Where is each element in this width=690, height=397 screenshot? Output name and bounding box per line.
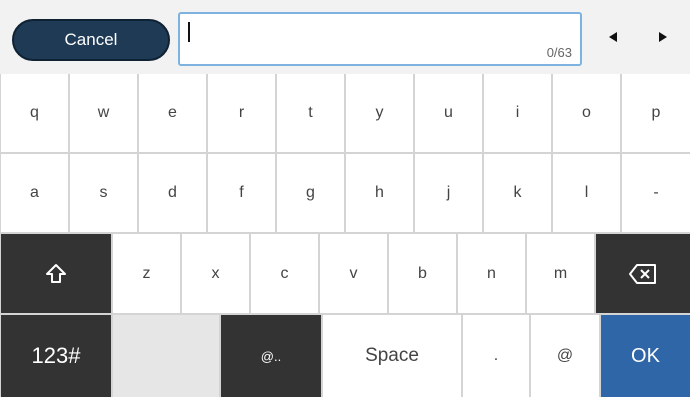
key-b[interactable]: b [389, 234, 456, 313]
key-i[interactable]: i [484, 74, 551, 152]
domain-key[interactable]: @.. [221, 315, 321, 397]
key-hyphen[interactable]: - [622, 154, 690, 232]
key-s[interactable]: s [70, 154, 137, 232]
key-j[interactable]: j [415, 154, 482, 232]
key-y[interactable]: y [346, 74, 413, 152]
blank-key [113, 315, 219, 397]
character-count: 0/63 [546, 45, 572, 60]
key-t[interactable]: t [277, 74, 344, 152]
input-bar: Cancel 0/63 [0, 0, 690, 74]
key-a[interactable]: a [1, 154, 68, 232]
key-q[interactable]: q [1, 74, 68, 152]
space-key[interactable]: Space [323, 315, 461, 397]
key-n[interactable]: n [458, 234, 525, 313]
key-v[interactable]: v [320, 234, 387, 313]
text-cursor [188, 22, 190, 42]
key-e[interactable]: e [139, 74, 206, 152]
key-c[interactable]: c [251, 234, 318, 313]
key-x[interactable]: x [182, 234, 249, 313]
key-g[interactable]: g [277, 154, 344, 232]
text-input-field[interactable]: 0/63 [178, 12, 582, 66]
ok-button[interactable]: OK [601, 315, 690, 397]
key-u[interactable]: u [415, 74, 482, 152]
key-k[interactable]: k [484, 154, 551, 232]
key-r[interactable]: r [208, 74, 275, 152]
numbers-symbols-key[interactable]: 123# [1, 315, 111, 397]
shift-icon [46, 263, 66, 283]
key-o[interactable]: o [553, 74, 620, 152]
period-key[interactable]: . [463, 315, 529, 397]
key-d[interactable]: d [139, 154, 206, 232]
backspace-key[interactable] [596, 234, 690, 313]
key-h[interactable]: h [346, 154, 413, 232]
left-arrow-icon[interactable] [598, 22, 628, 52]
on-screen-keyboard: q w e r t y u i o p a s d f g h j k l - … [0, 74, 690, 397]
right-arrow-icon[interactable] [648, 22, 678, 52]
key-z[interactable]: z [113, 234, 180, 313]
backspace-icon [629, 263, 656, 284]
key-p[interactable]: p [622, 74, 690, 152]
at-key[interactable]: @ [531, 315, 599, 397]
key-w[interactable]: w [70, 74, 137, 152]
key-l[interactable]: l [553, 154, 620, 232]
shift-key[interactable] [1, 234, 111, 313]
key-m[interactable]: m [527, 234, 594, 313]
keyboard-screen: Cancel 0/63 q w e r t y u i o p a s d f … [0, 0, 690, 397]
cancel-button[interactable]: Cancel [12, 19, 170, 61]
key-f[interactable]: f [208, 154, 275, 232]
